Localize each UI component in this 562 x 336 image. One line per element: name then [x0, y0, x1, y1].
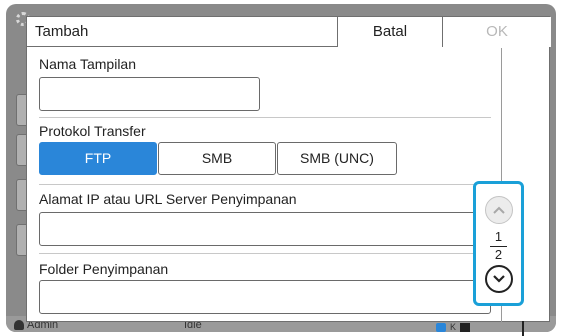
current-page: 1 — [494, 229, 503, 244]
chevron-up-icon — [493, 206, 505, 214]
protocol-label: Protokol Transfer — [39, 123, 146, 139]
divider — [39, 253, 491, 254]
callout-line — [522, 321, 524, 336]
server-address-input[interactable] — [39, 212, 491, 246]
divider — [39, 184, 491, 185]
storage-folder-input[interactable] — [39, 280, 491, 314]
page-down-button[interactable] — [485, 265, 513, 293]
page-up-button[interactable] — [485, 196, 513, 224]
toner-icon — [436, 322, 446, 332]
toner-black-icon — [460, 322, 471, 332]
user-icon — [14, 320, 24, 330]
protocol-smb-button[interactable]: SMB — [158, 142, 276, 175]
dialog-header: Tambah Batal OK — [27, 17, 551, 47]
dialog-title: Tambah — [35, 23, 89, 40]
ok-button[interactable]: OK — [442, 17, 551, 47]
protocol-smb-unc-button[interactable]: SMB (UNC) — [277, 142, 397, 175]
page-navigator: 1 2 — [473, 181, 524, 306]
display-name-input[interactable] — [39, 77, 260, 111]
form-content: Nama Tampilan Protokol Transfer FTP SMB … — [27, 48, 501, 323]
total-pages: 2 — [494, 247, 503, 262]
protocol-ftp-button[interactable]: FTP — [39, 142, 157, 175]
server-address-label: Alamat IP atau URL Server Penyimpanan — [39, 191, 297, 207]
add-dialog: Tambah Batal OK Nama Tampilan Protokol T… — [26, 16, 551, 323]
chevron-down-icon — [493, 275, 505, 283]
divider — [39, 117, 491, 118]
cancel-button[interactable]: Batal — [337, 17, 442, 47]
storage-folder-label: Folder Penyimpanan — [39, 261, 169, 277]
display-name-label: Nama Tampilan — [39, 56, 137, 72]
